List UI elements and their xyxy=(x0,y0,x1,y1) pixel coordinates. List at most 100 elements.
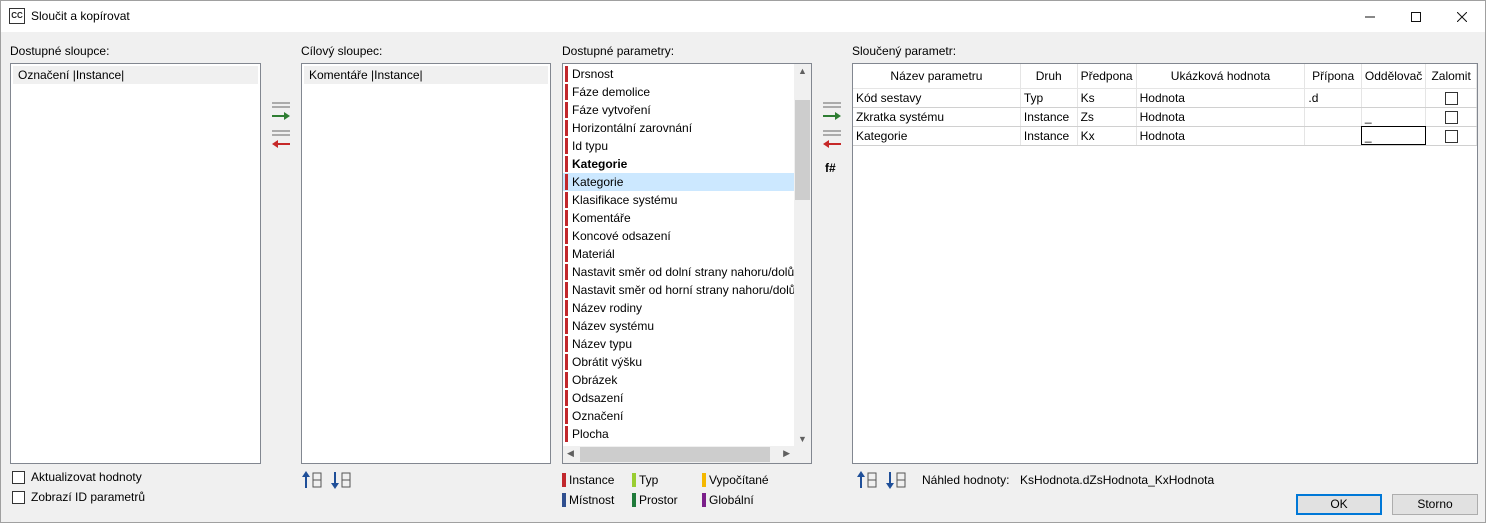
param-list-item[interactable]: Označení xyxy=(563,407,794,425)
param-list-item[interactable]: Název typu xyxy=(563,335,794,353)
cell-suffix[interactable] xyxy=(1304,107,1362,127)
scroll-left-icon[interactable]: ◀ xyxy=(567,448,574,459)
horizontal-scrollbar[interactable]: ◀ ▶ xyxy=(563,446,794,463)
col-header-sample[interactable]: Ukázková hodnota xyxy=(1136,64,1306,89)
col-header-kind[interactable]: Druh xyxy=(1020,64,1078,89)
target-column-list[interactable]: Komentáře |Instance| xyxy=(301,63,551,464)
add-column-button[interactable] xyxy=(270,100,292,122)
available-params-label: Dostupné parametry: xyxy=(562,44,675,58)
update-values-checkbox[interactable]: Aktualizovat hodnoty xyxy=(12,470,142,486)
wrap-checkbox[interactable] xyxy=(1444,110,1458,124)
checkbox-box[interactable] xyxy=(12,491,25,505)
target-column-label: Cílový sloupec: xyxy=(301,44,383,58)
cell-sample[interactable]: Hodnota xyxy=(1136,88,1306,108)
param-type-marker xyxy=(565,354,568,370)
available-columns-list[interactable]: Označení |Instance| xyxy=(10,63,261,464)
cell-separator[interactable] xyxy=(1361,88,1427,108)
cell-sample[interactable]: Hodnota xyxy=(1136,107,1306,127)
cell-kind[interactable]: Instance xyxy=(1020,107,1078,127)
cell-prefix[interactable]: Ks xyxy=(1077,88,1137,108)
minimize-button[interactable] xyxy=(1347,1,1393,32)
param-list-item[interactable]: Horizontální zarovnání xyxy=(563,119,794,137)
param-list-item[interactable]: Drsnost xyxy=(563,65,794,83)
param-list-item[interactable]: Nastavit směr od dolní strany nahoru/dol… xyxy=(563,263,794,281)
cell-separator[interactable]: _ xyxy=(1361,107,1427,127)
col-header-name[interactable]: Název parametru xyxy=(853,64,1021,89)
legend-room: Místnost xyxy=(562,492,614,508)
param-list-item[interactable]: Id typu xyxy=(563,137,794,155)
param-list-item[interactable]: Materiál xyxy=(563,245,794,263)
available-params-list[interactable]: Drsnost Fáze demolice Fáze vytvoření Horizo… xyxy=(562,63,812,464)
param-list-item[interactable]: Fáze demolice xyxy=(563,83,794,101)
col-header-suffix[interactable]: Přípona xyxy=(1304,64,1362,89)
close-button[interactable] xyxy=(1439,1,1485,32)
table-row[interactable]: Kód sestavy Typ Ks Hodnota .d xyxy=(853,88,1477,108)
param-list-item[interactable]: Kategorie xyxy=(563,173,794,191)
param-type-marker xyxy=(565,84,568,100)
param-list-item[interactable]: Obrátit výšku xyxy=(563,353,794,371)
merged-move-up-button[interactable] xyxy=(856,470,880,490)
move-up-button[interactable] xyxy=(301,470,325,490)
col-header-wrap[interactable]: Zalomit xyxy=(1425,64,1477,89)
cell-name[interactable]: Zkratka systému xyxy=(853,107,1021,127)
cancel-button[interactable]: Storno xyxy=(1392,494,1478,515)
wrap-checkbox[interactable] xyxy=(1444,91,1458,105)
cell-prefix[interactable]: Zs xyxy=(1077,107,1137,127)
cell-prefix[interactable]: Kx xyxy=(1077,126,1137,146)
show-param-ids-checkbox[interactable]: Zobrazí ID parametrů xyxy=(12,490,145,506)
param-list-item[interactable]: Odsazení xyxy=(563,389,794,407)
scroll-up-icon[interactable]: ▲ xyxy=(798,66,807,76)
scroll-down-icon[interactable]: ▼ xyxy=(798,434,807,444)
legend-swatch xyxy=(562,493,566,507)
cell-wrap[interactable] xyxy=(1425,126,1477,146)
param-label: Kategorie xyxy=(572,175,624,189)
scroll-thumb[interactable] xyxy=(580,447,770,462)
formula-button[interactable]: f# xyxy=(825,161,836,175)
ok-button[interactable]: OK xyxy=(1296,494,1382,515)
wrap-checkbox[interactable] xyxy=(1444,129,1458,143)
list-item[interactable]: Komentáře |Instance| xyxy=(304,66,548,84)
cell-name[interactable]: Kód sestavy xyxy=(853,88,1021,108)
legend-swatch xyxy=(562,473,566,487)
vertical-scrollbar[interactable]: ▲ ▼ xyxy=(794,64,811,446)
cell-wrap[interactable] xyxy=(1425,88,1477,108)
preview-label: Náhled hodnoty: xyxy=(922,473,1010,487)
scroll-thumb[interactable] xyxy=(795,100,810,200)
cell-name[interactable]: Kategorie xyxy=(853,126,1021,146)
param-list-item[interactable]: Název systému xyxy=(563,317,794,335)
param-list-item[interactable]: Plocha xyxy=(563,425,794,443)
add-param-button[interactable] xyxy=(821,100,843,122)
table-row[interactable]: Zkratka systému Instance Zs Hodnota _ xyxy=(853,107,1477,127)
list-item[interactable]: Označení |Instance| xyxy=(13,66,258,84)
param-list-item[interactable]: Koncové odsazení xyxy=(563,227,794,245)
param-list-item[interactable]: Název rodiny xyxy=(563,299,794,317)
checkbox-box[interactable] xyxy=(12,471,25,485)
scroll-right-icon[interactable]: ▶ xyxy=(783,448,790,459)
param-list-item[interactable]: Klasifikace systému xyxy=(563,191,794,209)
cell-suffix[interactable] xyxy=(1304,126,1362,146)
param-list-item[interactable]: Komentáře xyxy=(563,209,794,227)
table-row[interactable]: Kategorie Instance Kx Hodnota _ xyxy=(853,126,1477,146)
cell-kind[interactable]: Instance xyxy=(1020,126,1078,146)
remove-param-button[interactable] xyxy=(821,128,843,150)
remove-column-button[interactable] xyxy=(270,128,292,150)
param-label: Kategorie xyxy=(572,157,628,171)
param-label: Nastavit směr od dolní strany nahoru/dol… xyxy=(572,265,795,279)
maximize-button[interactable] xyxy=(1393,1,1439,32)
param-list-item[interactable]: Obrázek xyxy=(563,371,794,389)
merged-param-grid[interactable]: Název parametru Druh Předpona Ukázková h… xyxy=(852,63,1478,464)
param-list-item[interactable]: Nastavit směr od horní strany nahoru/dol… xyxy=(563,281,795,299)
cell-sample[interactable]: Hodnota xyxy=(1136,126,1306,146)
cell-kind[interactable]: Typ xyxy=(1020,88,1078,108)
cell-separator[interactable]: _ xyxy=(1361,126,1427,146)
sort-up-icon xyxy=(302,471,322,488)
param-list-item[interactable]: Kategorie xyxy=(563,155,794,173)
merged-move-down-button[interactable] xyxy=(885,470,909,490)
col-header-separator[interactable]: Oddělovač xyxy=(1361,64,1427,89)
sort-down-icon xyxy=(886,472,906,489)
col-header-prefix[interactable]: Předpona xyxy=(1077,64,1137,89)
cell-wrap[interactable] xyxy=(1425,107,1477,127)
cell-suffix[interactable]: .d xyxy=(1304,88,1362,108)
param-list-item[interactable]: Fáze vytvoření xyxy=(563,101,794,119)
move-down-button[interactable] xyxy=(330,470,354,490)
